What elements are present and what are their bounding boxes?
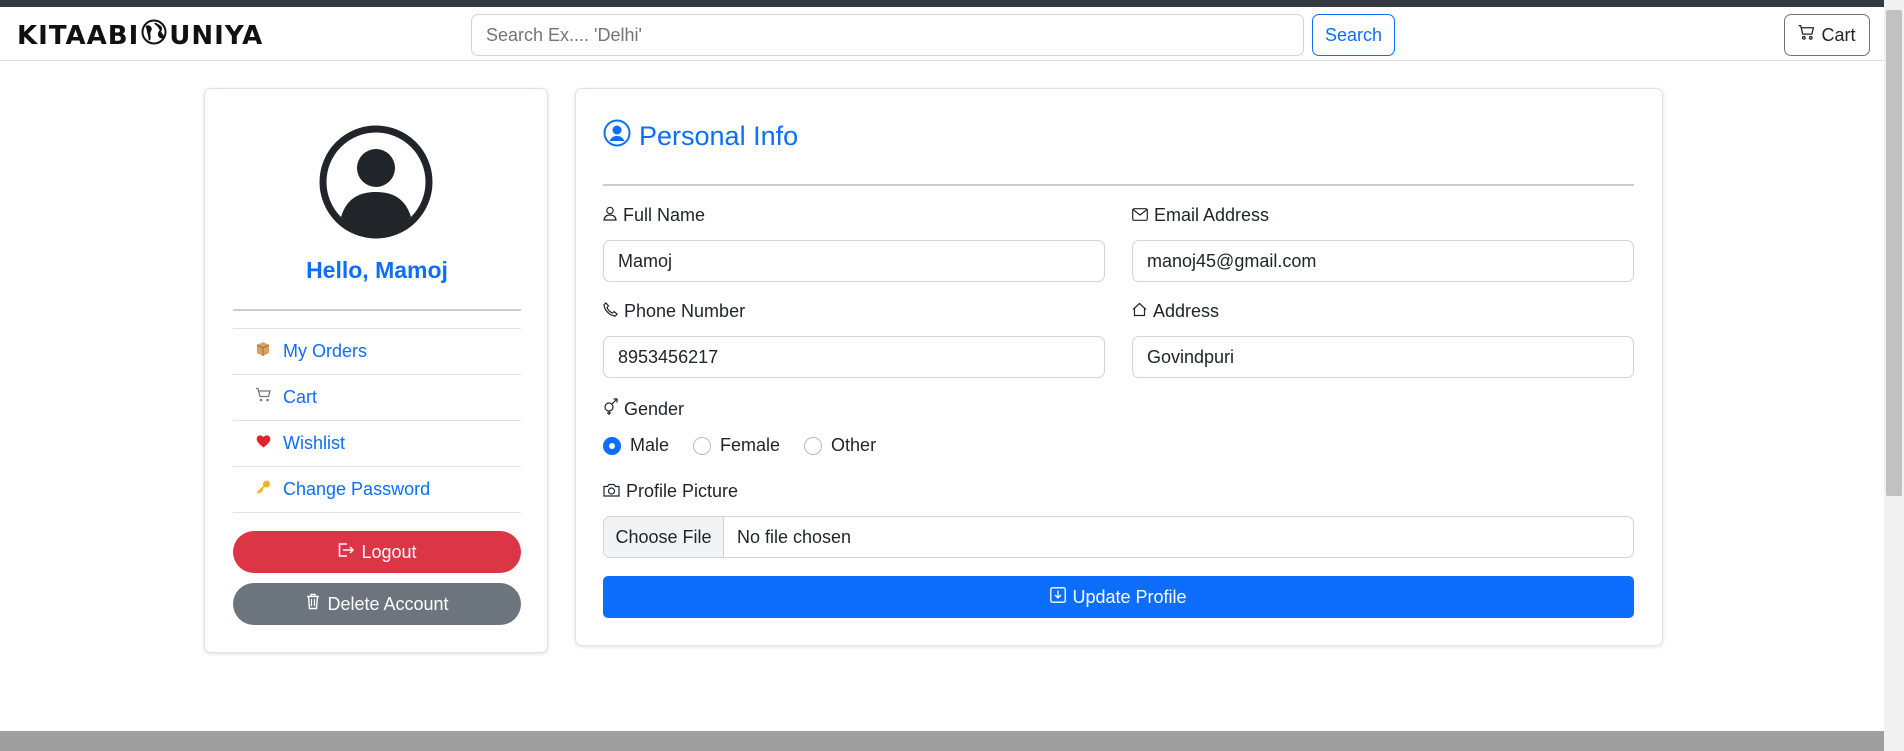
full-name-label-text: Full Name xyxy=(623,205,706,225)
avatar-icon xyxy=(319,125,433,239)
address-label-text: Address xyxy=(1153,301,1220,321)
radio-label: Male xyxy=(630,435,670,455)
search-button[interactable]: Search xyxy=(1312,14,1395,56)
cart-button-label: Cart xyxy=(1821,24,1856,45)
vertical-scrollbar[interactable] xyxy=(1884,0,1904,751)
email-field[interactable] xyxy=(1132,240,1634,282)
profile-picture-file-input[interactable]: Choose File No file chosen xyxy=(603,516,1634,558)
personal-info-heading: Personal Info xyxy=(603,119,798,154)
gender-radio-male[interactable]: Male xyxy=(603,435,669,456)
radio-label: Other xyxy=(831,435,877,455)
site-logo[interactable]: KITAABI UNIYA xyxy=(17,19,263,52)
top-accent-bar xyxy=(0,0,1884,7)
profile-picture-label: Profile Picture xyxy=(603,481,738,502)
logo-text-right: UNIYA xyxy=(169,20,264,51)
update-profile-label: Update Profile xyxy=(1072,586,1187,607)
address-input[interactable] xyxy=(1132,336,1634,378)
radio-button[interactable] xyxy=(804,436,823,455)
full-name-input[interactable] xyxy=(603,240,1105,282)
phone-icon xyxy=(603,301,618,322)
profile-sidebar-card: Hello, Mamoj My Orders Cart Wishlist Cha… xyxy=(204,88,548,653)
gender-label-text: Gender xyxy=(624,398,685,419)
house-icon xyxy=(1132,301,1147,322)
personal-info-card: Personal Info Full Name Email Address Ph… xyxy=(575,88,1663,646)
person-icon xyxy=(603,205,617,226)
full-name-label: Full Name xyxy=(603,205,705,226)
gender-radio-other[interactable]: Other xyxy=(804,435,876,456)
phone-label: Phone Number xyxy=(603,301,745,322)
phone-label-text: Phone Number xyxy=(624,301,746,321)
heart-icon xyxy=(253,433,273,454)
trash-icon xyxy=(305,593,321,615)
sidebar-item-wishlist[interactable]: Wishlist xyxy=(233,421,521,467)
choose-file-button[interactable]: Choose File xyxy=(604,517,724,557)
shopping-cart-icon xyxy=(1798,24,1815,46)
sidebar-item-change-password[interactable]: Change Password xyxy=(233,467,521,513)
user-circle-icon xyxy=(603,119,631,154)
globe-icon xyxy=(141,19,167,52)
address-label: Address xyxy=(1132,301,1219,322)
gender-label: Gender xyxy=(603,398,684,420)
email-label-text: Email Address xyxy=(1154,205,1270,225)
download-box-icon xyxy=(1050,586,1067,608)
logout-icon xyxy=(337,542,355,563)
horizontal-scrollbar[interactable] xyxy=(0,731,1884,751)
radio-label: Female xyxy=(720,435,781,455)
email-label: Email Address xyxy=(1132,205,1269,226)
sidebar-item-label: Cart xyxy=(283,387,318,407)
sidebar-item-label: Change Password xyxy=(283,479,431,499)
sidebar-divider xyxy=(233,309,521,311)
radio-button[interactable] xyxy=(693,436,712,455)
sidebar-item-my-orders[interactable]: My Orders xyxy=(233,329,521,375)
phone-input[interactable] xyxy=(603,336,1105,378)
gender-radio-female[interactable]: Female xyxy=(693,435,780,456)
gender-radio-group: Male Female Other xyxy=(603,435,876,456)
package-icon xyxy=(253,341,273,362)
personal-info-title: Personal Info xyxy=(639,121,799,151)
sidebar-item-cart[interactable]: Cart xyxy=(233,375,521,421)
delete-account-button[interactable]: Delete Account xyxy=(233,583,521,625)
search-input[interactable] xyxy=(471,14,1304,56)
gender-icon xyxy=(603,398,618,420)
header-cart-button[interactable]: Cart xyxy=(1784,14,1870,56)
sidebar-item-label: Wishlist xyxy=(283,433,345,453)
camera-icon xyxy=(603,481,620,502)
greeting-heading: Hello, Mamoj xyxy=(306,257,448,283)
key-icon xyxy=(253,479,273,500)
envelope-icon xyxy=(1132,205,1148,226)
update-profile-button[interactable]: Update Profile xyxy=(603,576,1634,618)
radio-button-checked[interactable] xyxy=(603,436,621,455)
sidebar-menu: My Orders Cart Wishlist Change Password xyxy=(233,328,521,513)
sidebar-item-label: My Orders xyxy=(283,341,368,361)
logout-label: Logout xyxy=(361,541,417,562)
file-status-text: No file chosen xyxy=(737,526,852,547)
logout-button[interactable]: Logout xyxy=(233,531,521,573)
shopping-cart-icon xyxy=(253,387,273,408)
form-divider xyxy=(603,184,1634,186)
navbar: KITAABI UNIYA Search Cart xyxy=(0,7,1884,61)
profile-picture-label-text: Profile Picture xyxy=(626,481,739,501)
scrollbar-thumb[interactable] xyxy=(1886,10,1902,496)
delete-account-label: Delete Account xyxy=(327,593,449,614)
logo-text-left: KITAABI xyxy=(17,20,140,51)
